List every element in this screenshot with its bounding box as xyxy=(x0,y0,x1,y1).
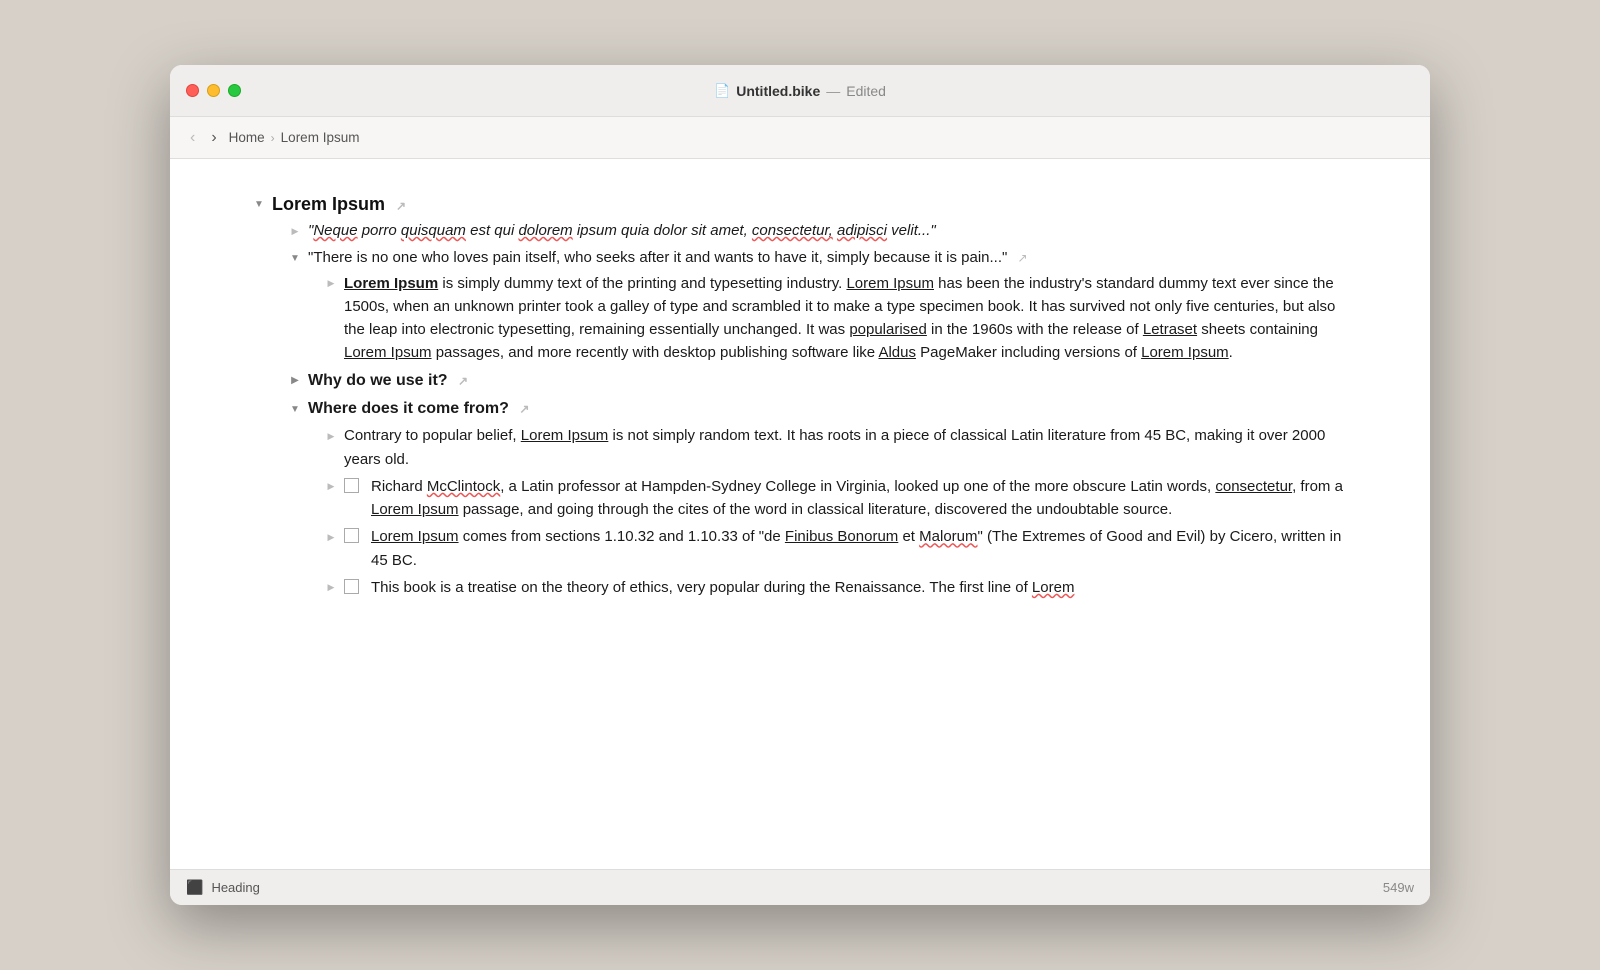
item5-children: Contrary to popular belief, Lorem Ipsum … xyxy=(286,423,1350,600)
item8-content: Lorem Ipsum comes from sections 1.10.32 … xyxy=(344,525,1350,572)
list-item: Richard McClintock, a Latin professor at… xyxy=(322,474,1350,523)
item9-content: This book is a treatise on the theory of… xyxy=(344,576,1350,599)
item2-text[interactable]: "There is no one who loves pain itself, … xyxy=(308,246,1350,269)
status-bar: ⬛ Heading 549w xyxy=(170,869,1430,905)
maximize-button[interactable] xyxy=(228,84,241,97)
app-window: 📄 Untitled.bike — Edited ‹ › Home › Lore… xyxy=(170,65,1430,905)
list-item: Contrary to popular belief, Lorem Ipsum … xyxy=(322,423,1350,472)
item1-row: "Neque porro quisquam est qui dolorem ip… xyxy=(286,218,1350,243)
item1-text[interactable]: "Neque porro quisquam est qui dolorem ip… xyxy=(308,219,1350,242)
toggle-item7[interactable] xyxy=(322,477,340,497)
list-item: Why do we use it? ↗ xyxy=(286,368,1350,395)
heading-text[interactable]: Lorem Ipsum ↗ xyxy=(272,192,1350,217)
item4-link-arrow[interactable]: ↗ xyxy=(458,374,468,388)
item3-row: Lorem Ipsum is simply dummy text of the … xyxy=(322,271,1350,366)
title-bar: 📄 Untitled.bike — Edited xyxy=(170,65,1430,117)
item8-text[interactable]: Lorem Ipsum comes from sections 1.10.32 … xyxy=(371,525,1350,572)
list-item: This book is a treatise on the theory of… xyxy=(322,575,1350,600)
breadcrumb-separator: › xyxy=(271,131,275,145)
item5-row: Where does it come from? ↗ xyxy=(286,396,1350,423)
heading-row: Lorem Ipsum ↗ xyxy=(250,191,1350,218)
close-button[interactable] xyxy=(186,84,199,97)
word-count: 549w xyxy=(1383,880,1414,895)
item5-text[interactable]: Where does it come from? ↗ xyxy=(308,397,1350,422)
item9-row: This book is a treatise on the theory of… xyxy=(322,575,1350,600)
document-icon: 📄 xyxy=(714,83,730,99)
window-title: 📄 Untitled.bike — Edited xyxy=(714,83,886,99)
toolbar: ‹ › Home › Lorem Ipsum xyxy=(170,117,1430,159)
toggle-item4[interactable] xyxy=(286,371,304,391)
item7-content: Richard McClintock, a Latin professor at… xyxy=(344,475,1350,522)
toggle-item5[interactable] xyxy=(286,399,304,419)
item3-text[interactable]: Lorem Ipsum is simply dummy text of the … xyxy=(344,272,1350,365)
checkbox-item7[interactable] xyxy=(344,478,359,493)
traffic-lights xyxy=(186,84,241,97)
status-type-label: Heading xyxy=(211,880,259,895)
filename-label: Untitled.bike xyxy=(736,83,820,99)
title-separator: — xyxy=(826,83,840,99)
item2-link-arrow[interactable]: ↗ xyxy=(1018,251,1028,265)
item7-row: Richard McClintock, a Latin professor at… xyxy=(322,474,1350,523)
item9-text[interactable]: This book is a treatise on the theory of… xyxy=(371,576,1074,599)
toggle-heading[interactable] xyxy=(250,194,268,214)
minimize-button[interactable] xyxy=(207,84,220,97)
list-item: Lorem Ipsum comes from sections 1.10.32 … xyxy=(322,524,1350,573)
item8-row: Lorem Ipsum comes from sections 1.10.32 … xyxy=(322,524,1350,573)
edited-label: Edited xyxy=(846,83,886,99)
list-item: Where does it come from? ↗ Contrary to p… xyxy=(286,396,1350,600)
item7-text[interactable]: Richard McClintock, a Latin professor at… xyxy=(371,475,1350,522)
list-item: "There is no one who loves pain itself, … xyxy=(286,245,1350,365)
item6-row: Contrary to popular belief, Lorem Ipsum … xyxy=(322,423,1350,472)
toggle-item6[interactable] xyxy=(322,426,340,446)
toggle-item9[interactable] xyxy=(322,578,340,598)
heading-item: Lorem Ipsum ↗ "Neque porro quisquam est … xyxy=(250,191,1350,600)
document-content[interactable]: Lorem Ipsum ↗ "Neque porro quisquam est … xyxy=(170,159,1430,869)
toggle-item2[interactable] xyxy=(286,248,304,268)
item2-children: Lorem Ipsum is simply dummy text of the … xyxy=(286,271,1350,366)
item6-text[interactable]: Contrary to popular belief, Lorem Ipsum … xyxy=(344,424,1350,471)
back-button[interactable]: ‹ xyxy=(186,128,199,148)
heading-link-arrow[interactable]: ↗ xyxy=(396,199,406,213)
list-item: "Neque porro quisquam est qui dolorem ip… xyxy=(286,218,1350,243)
breadcrumb-home[interactable]: Home xyxy=(229,130,265,145)
toggle-item3[interactable] xyxy=(322,274,340,294)
breadcrumb-current[interactable]: Lorem Ipsum xyxy=(281,130,360,145)
toggle-item1[interactable] xyxy=(286,221,304,241)
item5-link-arrow[interactable]: ↗ xyxy=(519,402,529,416)
status-left: ⬛ Heading xyxy=(186,879,260,896)
checkbox-item9[interactable] xyxy=(344,579,359,594)
item4-row: Why do we use it? ↗ xyxy=(286,368,1350,395)
heading-children: "Neque porro quisquam est qui dolorem ip… xyxy=(250,218,1350,600)
checkbox-item8[interactable] xyxy=(344,528,359,543)
item4-text[interactable]: Why do we use it? ↗ xyxy=(308,369,1350,394)
status-doc-icon: ⬛ xyxy=(186,879,203,896)
toggle-item8[interactable] xyxy=(322,527,340,547)
breadcrumb: Home › Lorem Ipsum xyxy=(229,130,360,145)
list-item: Lorem Ipsum is simply dummy text of the … xyxy=(322,271,1350,366)
item2-row: "There is no one who loves pain itself, … xyxy=(286,245,1350,270)
forward-button[interactable]: › xyxy=(207,128,220,148)
